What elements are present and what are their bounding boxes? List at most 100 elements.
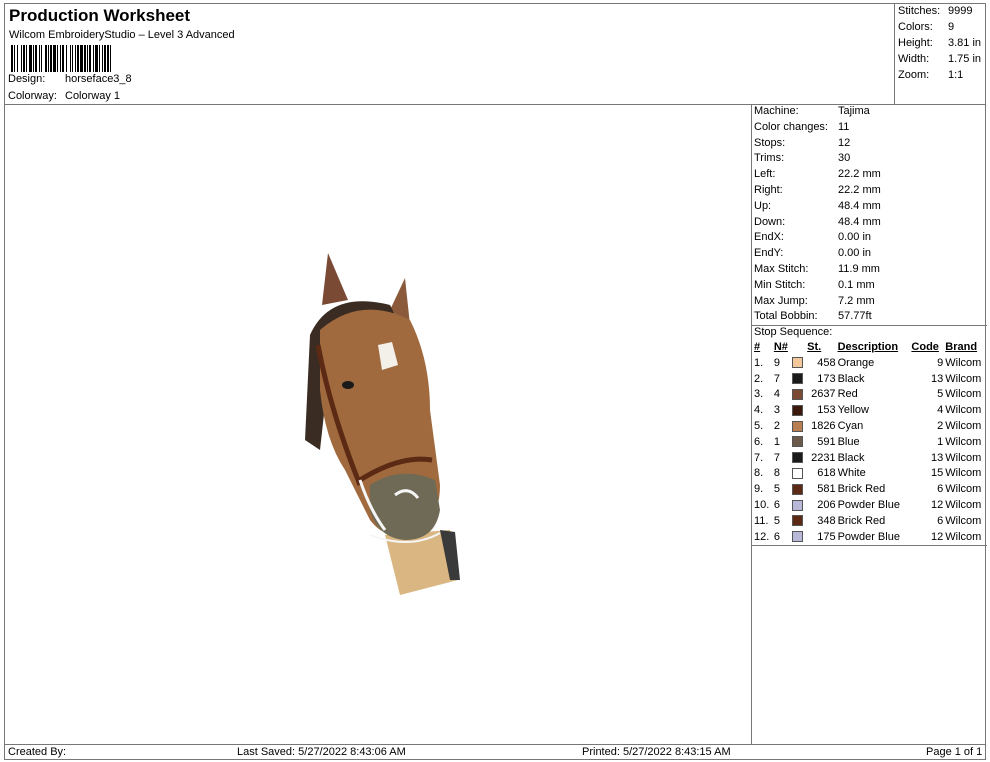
swatch-icon: [792, 420, 804, 432]
machine-info-value: 48.4 mm: [838, 199, 881, 212]
color-description: White: [837, 467, 866, 480]
summary-value: 3.81 in: [948, 37, 982, 49]
needle-number: 8: [773, 467, 780, 480]
stop-rows: 1. 9 458 Orange 9 Wilcom 2. 7 173 Black 13 Wilcom 3.…: [752, 356, 987, 546]
created-by: Created By:: [8, 746, 67, 758]
needle-number: 6: [773, 498, 780, 511]
colorway-value: Colorway 1: [65, 90, 121, 102]
color-swatch: [790, 514, 805, 530]
summary-label: Zoom:: [898, 69, 930, 81]
design-label: Design:: [8, 73, 46, 85]
swatch-icon: [792, 515, 804, 527]
table-header-row: # N# St. Description Code Brand: [752, 340, 987, 356]
stop-row: 7. 7 2231 Black 13 Wilcom: [752, 451, 987, 467]
stitch-count: 206: [817, 498, 836, 511]
swatch-icon: [792, 373, 804, 385]
color-swatch: [790, 372, 805, 388]
needle-number: 7: [773, 451, 780, 464]
stop-row: 9. 5 581 Brick Red 6 Wilcom: [752, 482, 987, 498]
stop-row: 8. 8 618 White 15 Wilcom: [752, 466, 987, 482]
stitch-count: 591: [817, 435, 836, 448]
eye: [342, 381, 354, 389]
summary-label: Height:: [898, 37, 933, 49]
machine-info-label: Trims:: [754, 152, 785, 165]
stop-number: 11.: [754, 514, 769, 527]
stop-number: 6.: [754, 435, 764, 448]
machine-info-value: 11: [838, 120, 850, 133]
color-description: Orange: [837, 356, 875, 369]
col-stitches: St.: [807, 341, 822, 353]
machine-info-label: Min Stitch:: [754, 278, 806, 291]
stop-row: 1. 9 458 Orange 9 Wilcom: [752, 356, 987, 372]
color-description: Powder Blue: [837, 530, 900, 543]
thread-brand: Wilcom: [945, 388, 982, 401]
machine-info-value: 0.00 in: [838, 231, 872, 244]
thread-brand: Wilcom: [945, 372, 982, 385]
machine-info-value: 22.2 mm: [838, 168, 881, 181]
color-description: Black: [837, 451, 865, 464]
stitch-count: 581: [817, 483, 836, 496]
machine-info-label: Color changes:: [754, 120, 828, 133]
color-swatch: [790, 482, 805, 498]
stitch-count: 153: [817, 404, 836, 417]
swatch-icon: [792, 388, 804, 400]
color-swatch: [790, 451, 805, 467]
summary-label: Colors:: [898, 21, 933, 33]
col-num: #: [754, 341, 761, 353]
needle-number: 7: [773, 372, 780, 385]
summary-value: 1:1: [948, 69, 964, 81]
printed-date: Printed: 5/27/2022 8:43:15 AM: [582, 746, 731, 758]
color-swatch: [790, 530, 805, 546]
summary-label: Width:: [898, 53, 930, 65]
machine-info-value: 0.00 in: [838, 247, 872, 260]
embroidery-design-preview: [305, 253, 460, 595]
machine-info-label: Max Jump:: [754, 294, 808, 307]
stop-sequence-table: # N# St. Description Code Brand 1. 9 458 Or…: [752, 340, 987, 545]
stop-row: 11. 5 348 Brick Red 6 Wilcom: [752, 514, 987, 530]
summary-value: 9999: [948, 5, 973, 17]
stop-number: 12.: [754, 530, 770, 543]
stitch-count: 618: [817, 467, 836, 480]
machine-info-label: Machine:: [754, 105, 799, 117]
thread-code: 4: [937, 404, 944, 417]
col-n: N#: [773, 341, 788, 353]
machine-info-label: Up:: [754, 199, 772, 212]
machine-info-label: Max Stitch:: [754, 263, 809, 275]
swatch-icon: [792, 467, 804, 479]
last-saved: Last Saved: 5/27/2022 8:43:06 AM: [237, 746, 406, 758]
thread-code: 12: [931, 498, 944, 511]
machine-info-value: 12: [838, 136, 851, 149]
thread-brand: Wilcom: [945, 435, 982, 448]
stitch-count: 458: [817, 356, 836, 369]
thread-brand: Wilcom: [945, 530, 982, 543]
color-swatch: [790, 435, 805, 451]
summary-value: 9: [948, 21, 955, 33]
needle-number: 3: [773, 404, 780, 417]
color-description: Brick Red: [837, 514, 886, 527]
info-panel: Machine: Tajima Color changes: 11 Stops: 12 Tr…: [751, 104, 987, 744]
thread-brand: Wilcom: [945, 498, 982, 511]
swatch-icon: [792, 436, 804, 448]
color-swatch: [790, 419, 805, 435]
stop-row: 12. 6 175 Powder Blue 12 Wilcom: [752, 530, 987, 546]
color-description: Yellow: [837, 404, 869, 417]
swatch-icon: [792, 483, 804, 495]
footer-divider: [4, 744, 986, 745]
left-ear: [322, 253, 348, 305]
summary-label: Stitches:: [898, 5, 941, 17]
stop-number: 2.: [754, 372, 764, 385]
page-title: Production Worksheet: [9, 6, 191, 25]
needle-number: 6: [773, 530, 780, 543]
needle-number: 1: [773, 435, 780, 448]
thread-code: 13: [931, 372, 944, 385]
color-description: Brick Red: [837, 483, 886, 496]
needle-number: 5: [773, 483, 780, 496]
color-description: Powder Blue: [837, 498, 900, 511]
stop-row: 4. 3 153 Yellow 4 Wilcom: [752, 403, 987, 419]
stitch-count: 2231: [811, 451, 836, 464]
needle-number: 2: [773, 419, 780, 432]
thread-brand: Wilcom: [945, 514, 982, 527]
color-description: Black: [837, 372, 865, 385]
stitch-count: 2637: [811, 388, 836, 401]
stitch-count: 348: [817, 514, 836, 527]
